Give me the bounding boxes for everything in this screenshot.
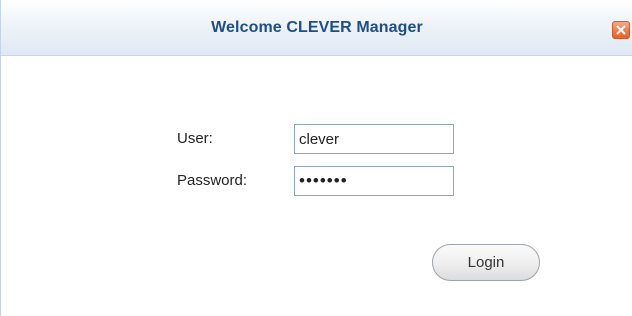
login-dialog: Welcome CLEVER Manager User: Password: L…: [0, 0, 632, 316]
user-input[interactable]: [294, 124, 454, 154]
close-x-icon: [616, 25, 626, 35]
user-label: User:: [177, 130, 213, 147]
dialog-titlebar: Welcome CLEVER Manager: [1, 0, 632, 56]
password-label: Password:: [177, 172, 248, 189]
close-button[interactable]: [612, 21, 630, 39]
login-button[interactable]: Login: [432, 244, 540, 281]
dialog-title: Welcome CLEVER Manager: [211, 19, 423, 36]
password-input[interactable]: [294, 166, 454, 196]
